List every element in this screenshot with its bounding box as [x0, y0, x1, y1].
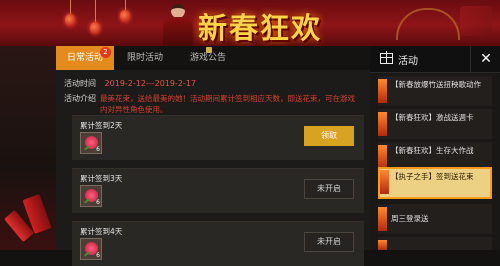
sidebar-item-weekly-card[interactable]: 【新春狂欢】激战送週卡: [378, 109, 492, 139]
lantern-icon: [65, 14, 75, 26]
character-figure: [160, 4, 196, 46]
sidebar-item-label: 【新春狂欢】生存大作战: [391, 146, 474, 155]
lantern-string: [70, 0, 71, 14]
tab-label: 游戏公告: [189, 53, 226, 63]
event-time-value: 2019-2-12---2019-2-17: [104, 79, 197, 88]
activity-sidebar: 活动 ✕ 【新春放爆竹送扭秧歌动作 【新春狂欢】激战送週卡 【新春狂欢】生存大作…: [370, 46, 500, 250]
locked-button[interactable]: 未开启: [304, 179, 354, 199]
banner-ornament: [396, 8, 460, 40]
event-intro-label: 活动介绍: [64, 94, 96, 103]
claim-button[interactable]: 领取: [304, 126, 354, 146]
banner-decor-icon: [460, 6, 492, 36]
notification-badge: 2: [100, 47, 111, 58]
banner-title: 新春狂欢: [198, 11, 323, 45]
lantern-icon: [120, 10, 130, 22]
event-thumbnail-icon: [378, 240, 387, 250]
bouquet-icon[interactable]: 6: [80, 185, 102, 207]
sidebar-item-firecracker[interactable]: 【新春放爆竹送扭秧歌动作: [378, 76, 492, 106]
event-thumbnail-icon: [378, 79, 387, 103]
sidebar-item-more[interactable]: [378, 237, 492, 250]
event-thumbnail-icon: [378, 145, 387, 169]
gift-icon: [380, 51, 393, 64]
event-thumbnail-icon: [378, 112, 387, 136]
reward-card: 累计签到3天 6 未开启: [72, 168, 364, 213]
tab-bar: 日常活动 2 限时活动 游戏公告: [56, 46, 370, 70]
reward-qty: 6: [96, 252, 100, 259]
event-time-label: 活动时间: [64, 79, 96, 88]
close-button[interactable]: ✕: [470, 46, 500, 72]
locked-button[interactable]: 未开启: [304, 232, 354, 252]
sidebar-item-label: 【新春狂欢】激战送週卡: [391, 113, 474, 122]
reward-qty: 6: [96, 146, 100, 153]
tab-label: 日常活动: [66, 53, 103, 63]
event-thumbnail-icon: [380, 170, 389, 194]
new-indicator: [206, 47, 212, 53]
event-intro-text: 最美花束，送给最美的她！活动期间累计签到相应天数，即送花束，可在游戏内对异性角色…: [100, 94, 355, 114]
sidebar-item-wednesday[interactable]: 周三登录送: [378, 204, 492, 234]
lantern-string: [95, 0, 96, 22]
event-intro-row: 活动介绍: [64, 93, 96, 104]
activity-panel: 日常活动 2 限时活动 游戏公告 活动时间 2019-2-12---2019-2…: [56, 46, 370, 266]
sidebar-item-label: 周三登录送: [391, 214, 429, 223]
reward-card: 累计签到2天 6 领取: [72, 115, 364, 160]
sidebar-item-label: 【新春放爆竹送扭秧歌动作: [391, 80, 481, 89]
sidebar-item-bouquet[interactable]: 【执子之手】签到送花束: [378, 167, 492, 199]
tab-limited[interactable]: 限时活动: [114, 46, 176, 70]
event-thumbnail-icon: [378, 207, 387, 231]
sidebar-title: 活动: [398, 56, 418, 67]
reward-title: 累计签到4天: [80, 227, 123, 236]
event-time-row: 活动时间 2019-2-12---2019-2-17: [64, 78, 196, 89]
left-decoration: [0, 46, 56, 250]
reward-card: 累计签到4天 6 未开启: [72, 221, 364, 266]
reward-qty: 6: [96, 199, 100, 206]
tab-label: 限时活动: [126, 53, 163, 63]
sidebar-header: 活动 ✕: [370, 46, 500, 73]
sidebar-item-label: 【执子之手】签到送花束: [391, 172, 474, 181]
bouquet-icon[interactable]: 6: [80, 132, 102, 154]
bouquet-icon[interactable]: 6: [80, 238, 102, 260]
lantern-string: [125, 0, 126, 10]
lantern-icon: [90, 22, 100, 34]
event-banner: 新春狂欢: [0, 0, 500, 46]
reward-title: 累计签到2天: [80, 121, 123, 130]
reward-title: 累计签到3天: [80, 174, 123, 183]
